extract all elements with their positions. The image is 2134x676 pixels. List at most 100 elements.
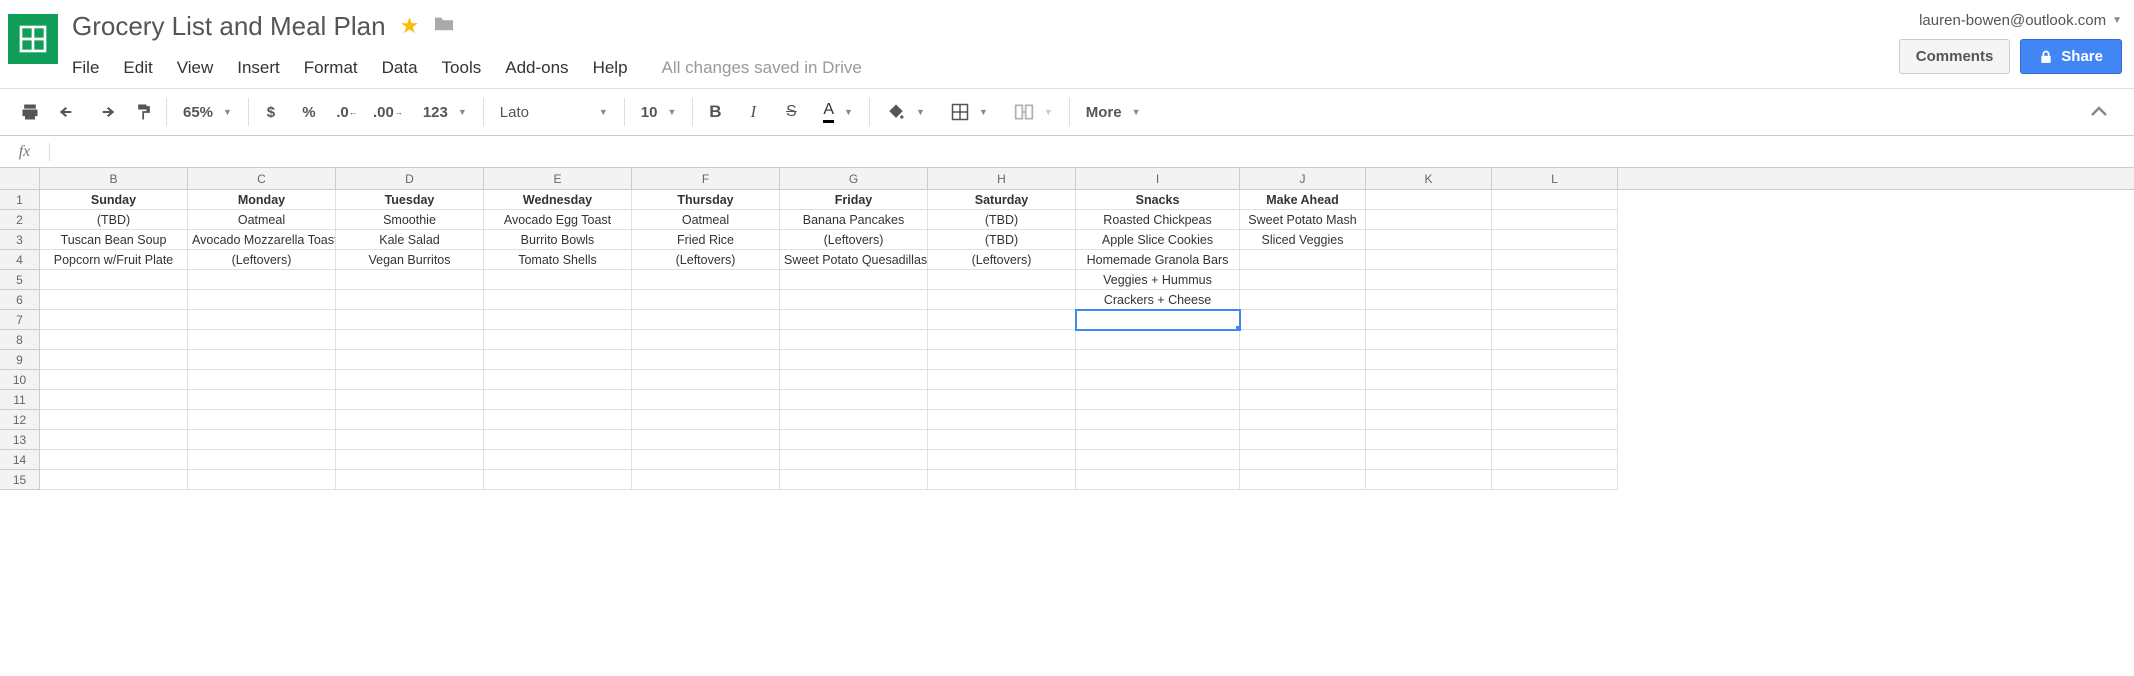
cell-H9[interactable]: [928, 350, 1076, 370]
col-header-H[interactable]: H: [928, 168, 1076, 189]
cell-B8[interactable]: [40, 330, 188, 350]
spreadsheet-grid[interactable]: BCDEFGHIJKL1SundayMondayTuesdayWednesday…: [0, 168, 2134, 490]
row-header-10[interactable]: 10: [0, 370, 40, 390]
cell-J1[interactable]: Make Ahead: [1240, 190, 1366, 210]
cell-E15[interactable]: [484, 470, 632, 490]
cell-C3[interactable]: Avocado Mozzarella Toast: [188, 230, 336, 250]
select-all-corner[interactable]: [0, 168, 40, 189]
cell-D10[interactable]: [336, 370, 484, 390]
cell-F11[interactable]: [632, 390, 780, 410]
cell-F10[interactable]: [632, 370, 780, 390]
cell-F15[interactable]: [632, 470, 780, 490]
cell-D14[interactable]: [336, 450, 484, 470]
italic-button[interactable]: I: [741, 98, 765, 126]
cell-C4[interactable]: (Leftovers): [188, 250, 336, 270]
menu-view[interactable]: View: [177, 58, 214, 78]
cell-I4[interactable]: Homemade Granola Bars: [1076, 250, 1240, 270]
cell-G10[interactable]: [780, 370, 928, 390]
cell-H14[interactable]: [928, 450, 1076, 470]
cell-J10[interactable]: [1240, 370, 1366, 390]
cell-L12[interactable]: [1492, 410, 1618, 430]
star-icon[interactable]: ★: [400, 13, 420, 39]
cell-E2[interactable]: Avocado Egg Toast: [484, 210, 632, 230]
text-color-dropdown[interactable]: A ▼: [817, 101, 859, 123]
cell-D8[interactable]: [336, 330, 484, 350]
cell-I14[interactable]: [1076, 450, 1240, 470]
cell-E9[interactable]: [484, 350, 632, 370]
cell-I10[interactable]: [1076, 370, 1240, 390]
cell-J3[interactable]: Sliced Veggies: [1240, 230, 1366, 250]
cell-B15[interactable]: [40, 470, 188, 490]
bold-button[interactable]: B: [703, 98, 727, 126]
cell-B1[interactable]: Sunday: [40, 190, 188, 210]
cell-E6[interactable]: [484, 290, 632, 310]
cell-E13[interactable]: [484, 430, 632, 450]
cell-J6[interactable]: [1240, 290, 1366, 310]
more-toolbar-dropdown[interactable]: More ▼: [1080, 104, 1147, 121]
cell-K2[interactable]: [1366, 210, 1492, 230]
cell-K12[interactable]: [1366, 410, 1492, 430]
cell-J8[interactable]: [1240, 330, 1366, 350]
cell-I9[interactable]: [1076, 350, 1240, 370]
cell-H6[interactable]: [928, 290, 1076, 310]
menu-edit[interactable]: Edit: [123, 58, 152, 78]
cell-F7[interactable]: [632, 310, 780, 330]
col-header-D[interactable]: D: [336, 168, 484, 189]
cell-D7[interactable]: [336, 310, 484, 330]
cell-C7[interactable]: [188, 310, 336, 330]
comments-button[interactable]: Comments: [1899, 39, 2011, 74]
menu-addons[interactable]: Add-ons: [505, 58, 568, 78]
cell-C9[interactable]: [188, 350, 336, 370]
cell-L7[interactable]: [1492, 310, 1618, 330]
col-header-G[interactable]: G: [780, 168, 928, 189]
paint-format-icon[interactable]: [132, 98, 156, 126]
cell-B10[interactable]: [40, 370, 188, 390]
redo-icon[interactable]: [94, 98, 118, 126]
row-header-4[interactable]: 4: [0, 250, 40, 270]
cell-K3[interactable]: [1366, 230, 1492, 250]
cell-I15[interactable]: [1076, 470, 1240, 490]
cell-L4[interactable]: [1492, 250, 1618, 270]
cell-G1[interactable]: Friday: [780, 190, 928, 210]
cell-G9[interactable]: [780, 350, 928, 370]
cell-K1[interactable]: [1366, 190, 1492, 210]
cell-J12[interactable]: [1240, 410, 1366, 430]
row-header-5[interactable]: 5: [0, 270, 40, 290]
cell-E4[interactable]: Tomato Shells: [484, 250, 632, 270]
row-header-13[interactable]: 13: [0, 430, 40, 450]
cell-J9[interactable]: [1240, 350, 1366, 370]
cell-G6[interactable]: [780, 290, 928, 310]
col-header-F[interactable]: F: [632, 168, 780, 189]
cell-I11[interactable]: [1076, 390, 1240, 410]
cell-C5[interactable]: [188, 270, 336, 290]
cell-L3[interactable]: [1492, 230, 1618, 250]
cell-K9[interactable]: [1366, 350, 1492, 370]
cell-J4[interactable]: [1240, 250, 1366, 270]
cell-J2[interactable]: Sweet Potato Mash: [1240, 210, 1366, 230]
row-header-1[interactable]: 1: [0, 190, 40, 210]
cell-B9[interactable]: [40, 350, 188, 370]
fill-color-dropdown[interactable]: ▼: [880, 102, 931, 122]
cell-L15[interactable]: [1492, 470, 1618, 490]
cell-E14[interactable]: [484, 450, 632, 470]
cell-H10[interactable]: [928, 370, 1076, 390]
cell-J7[interactable]: [1240, 310, 1366, 330]
row-header-9[interactable]: 9: [0, 350, 40, 370]
cell-C12[interactable]: [188, 410, 336, 430]
menu-data[interactable]: Data: [382, 58, 418, 78]
percent-button[interactable]: %: [297, 98, 321, 126]
cell-D13[interactable]: [336, 430, 484, 450]
cell-F6[interactable]: [632, 290, 780, 310]
cell-H8[interactable]: [928, 330, 1076, 350]
font-size-dropdown[interactable]: 10 ▼: [635, 104, 683, 121]
cell-G11[interactable]: [780, 390, 928, 410]
cell-D11[interactable]: [336, 390, 484, 410]
row-header-14[interactable]: 14: [0, 450, 40, 470]
document-title[interactable]: Grocery List and Meal Plan: [72, 11, 386, 42]
collapse-toolbar-icon[interactable]: [2072, 105, 2126, 120]
cell-K14[interactable]: [1366, 450, 1492, 470]
cell-L11[interactable]: [1492, 390, 1618, 410]
cell-D6[interactable]: [336, 290, 484, 310]
cell-L8[interactable]: [1492, 330, 1618, 350]
cell-B5[interactable]: [40, 270, 188, 290]
